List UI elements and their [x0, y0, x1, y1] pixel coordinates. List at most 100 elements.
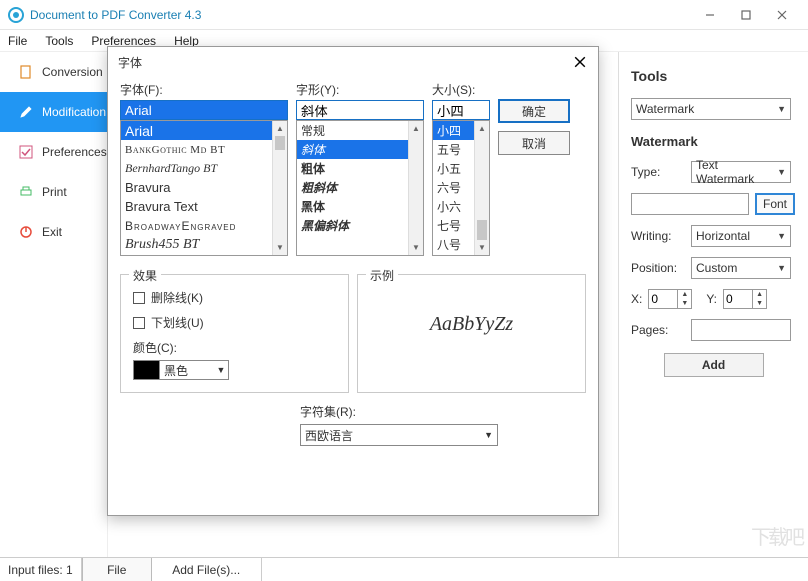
size-option[interactable]: 小六 [433, 197, 474, 216]
chevron-down-icon[interactable]: ▼ [475, 240, 489, 255]
tools-heading: Tools [631, 68, 796, 84]
sidebar-item-exit[interactable]: Exit [0, 212, 107, 252]
style-option[interactable]: 斜体 [297, 140, 408, 159]
font-name-input[interactable] [120, 100, 288, 120]
color-swatch [134, 361, 160, 379]
strikethrough-checkbox[interactable]: 删除线(K) [133, 289, 336, 306]
printer-icon [18, 184, 34, 200]
chevron-down-icon: ▼ [777, 263, 786, 273]
chevron-down-icon[interactable]: ▼ [409, 240, 423, 255]
x-label: X: [631, 292, 642, 306]
x-spinner[interactable]: ▲▼ [648, 289, 692, 309]
menu-file[interactable]: File [8, 34, 27, 48]
close-button[interactable] [764, 5, 800, 25]
style-option[interactable]: 常规 [297, 121, 408, 140]
size-scrollbar[interactable]: ▲▼ [474, 121, 489, 255]
font-dialog: 字体 字体(F): Arial BankGothic Md BT Bernhar… [107, 46, 599, 516]
size-option[interactable]: 七号 [433, 216, 474, 235]
sidebar-item-conversion[interactable]: Conversion [0, 52, 107, 92]
title-bar: Document to PDF Converter 4.3 [0, 0, 808, 30]
font-option[interactable]: Brush455 BT [121, 235, 272, 254]
power-icon [18, 224, 34, 240]
writing-label: Writing: [631, 229, 691, 243]
app-title: Document to PDF Converter 4.3 [30, 8, 692, 22]
underline-checkbox[interactable]: 下划线(U) [133, 314, 336, 331]
sidebar-item-modification[interactable]: Modification [0, 92, 107, 132]
style-option[interactable]: 黑体 [297, 197, 408, 216]
font-option[interactable]: Bravura [121, 178, 272, 197]
size-option[interactable]: 小五 [433, 159, 474, 178]
font-scrollbar[interactable]: ▲▼ [272, 121, 287, 255]
chevron-down-icon[interactable]: ▼ [678, 299, 691, 308]
input-files-status: Input files: 1 [0, 558, 82, 581]
sidebar-item-print[interactable]: Print [0, 172, 107, 212]
add-files-button[interactable]: Add File(s)... [152, 558, 262, 581]
style-option[interactable]: 粗体 [297, 159, 408, 178]
status-bar: Input files: 1 File Add File(s)... [0, 557, 808, 581]
chevron-up-icon[interactable]: ▲ [475, 121, 489, 136]
sample-preview: AaBbYyZz [370, 289, 573, 359]
cancel-button[interactable]: 取消 [498, 131, 570, 155]
style-scrollbar[interactable]: ▲▼ [408, 121, 423, 255]
chevron-down-icon[interactable]: ▼ [753, 299, 766, 308]
chevron-down-icon: ▼ [777, 104, 786, 114]
add-button[interactable]: Add [664, 353, 764, 377]
y-spinner[interactable]: ▲▼ [723, 289, 767, 309]
size-option[interactable]: 五号 [433, 140, 474, 159]
font-option[interactable]: BankGothic Md BT [121, 140, 272, 159]
file-button[interactable]: File [82, 558, 152, 581]
type-label: Type: [631, 165, 691, 179]
style-option[interactable]: 黑偏斜体 [297, 216, 408, 235]
type-select[interactable]: Text Watermark▼ [691, 161, 791, 183]
maximize-button[interactable] [728, 5, 764, 25]
writing-select[interactable]: Horizontal▼ [691, 225, 791, 247]
font-option[interactable]: BernhardTango BT [121, 159, 272, 178]
color-label: 颜色(C): [133, 339, 336, 356]
pages-input[interactable] [691, 319, 791, 341]
position-label: Position: [631, 261, 691, 275]
y-label: Y: [706, 292, 717, 306]
chevron-down-icon[interactable]: ▼ [273, 240, 287, 255]
ok-button[interactable]: 确定 [498, 99, 570, 123]
sidebar-item-label: Print [42, 185, 67, 199]
style-field-label: 字形(Y): [296, 81, 424, 98]
watermark-overlay: 下载吧 [692, 515, 802, 555]
font-listbox[interactable]: Arial BankGothic Md BT BernhardTango BT … [120, 120, 288, 256]
font-button[interactable]: Font [755, 193, 795, 215]
font-option[interactable]: Bravura Text [121, 197, 272, 216]
checkbox-icon [18, 144, 34, 160]
size-listbox[interactable]: 小四 五号 小五 六号 小六 七号 八号 ▲▼ [432, 120, 490, 256]
menu-tools[interactable]: Tools [45, 34, 73, 48]
minimize-button[interactable] [692, 5, 728, 25]
tools-dropdown[interactable]: Watermark▼ [631, 98, 791, 120]
charset-label: 字符集(R): [300, 403, 586, 420]
chevron-up-icon[interactable]: ▲ [753, 290, 766, 299]
font-size-input[interactable] [432, 100, 490, 120]
chevron-up-icon[interactable]: ▲ [273, 121, 287, 136]
style-listbox[interactable]: 常规 斜体 粗体 粗斜体 黑体 黑偏斜体 ▲▼ [296, 120, 424, 256]
size-option[interactable]: 八号 [433, 235, 474, 254]
document-icon [18, 64, 34, 80]
font-option[interactable]: Arial [121, 121, 272, 140]
font-style-input[interactable] [296, 100, 424, 120]
dialog-close-button[interactable] [572, 54, 588, 70]
sidebar-item-label: Conversion [42, 65, 103, 79]
pencil-icon [18, 104, 34, 120]
charset-select[interactable]: 西欧语言 ▼ [300, 424, 498, 446]
position-select[interactable]: Custom▼ [691, 257, 791, 279]
sidebar-item-label: Modification [42, 105, 106, 119]
watermark-text-input[interactable] [631, 193, 749, 215]
pages-label: Pages: [631, 323, 691, 337]
app-logo-icon [8, 7, 24, 23]
chevron-up-icon[interactable]: ▲ [678, 290, 691, 299]
style-option[interactable]: 粗斜体 [297, 178, 408, 197]
size-option[interactable]: 小四 [433, 121, 474, 140]
dialog-title: 字体 [118, 54, 142, 71]
chevron-up-icon[interactable]: ▲ [409, 121, 423, 136]
font-option[interactable]: BroadwayEngraved [121, 216, 272, 235]
sidebar-item-preferences[interactable]: Preferences [0, 132, 107, 172]
color-select[interactable]: 黑色 ▼ [133, 360, 229, 380]
size-option[interactable]: 六号 [433, 178, 474, 197]
chevron-down-icon: ▼ [484, 430, 493, 440]
chevron-down-icon: ▼ [777, 231, 786, 241]
